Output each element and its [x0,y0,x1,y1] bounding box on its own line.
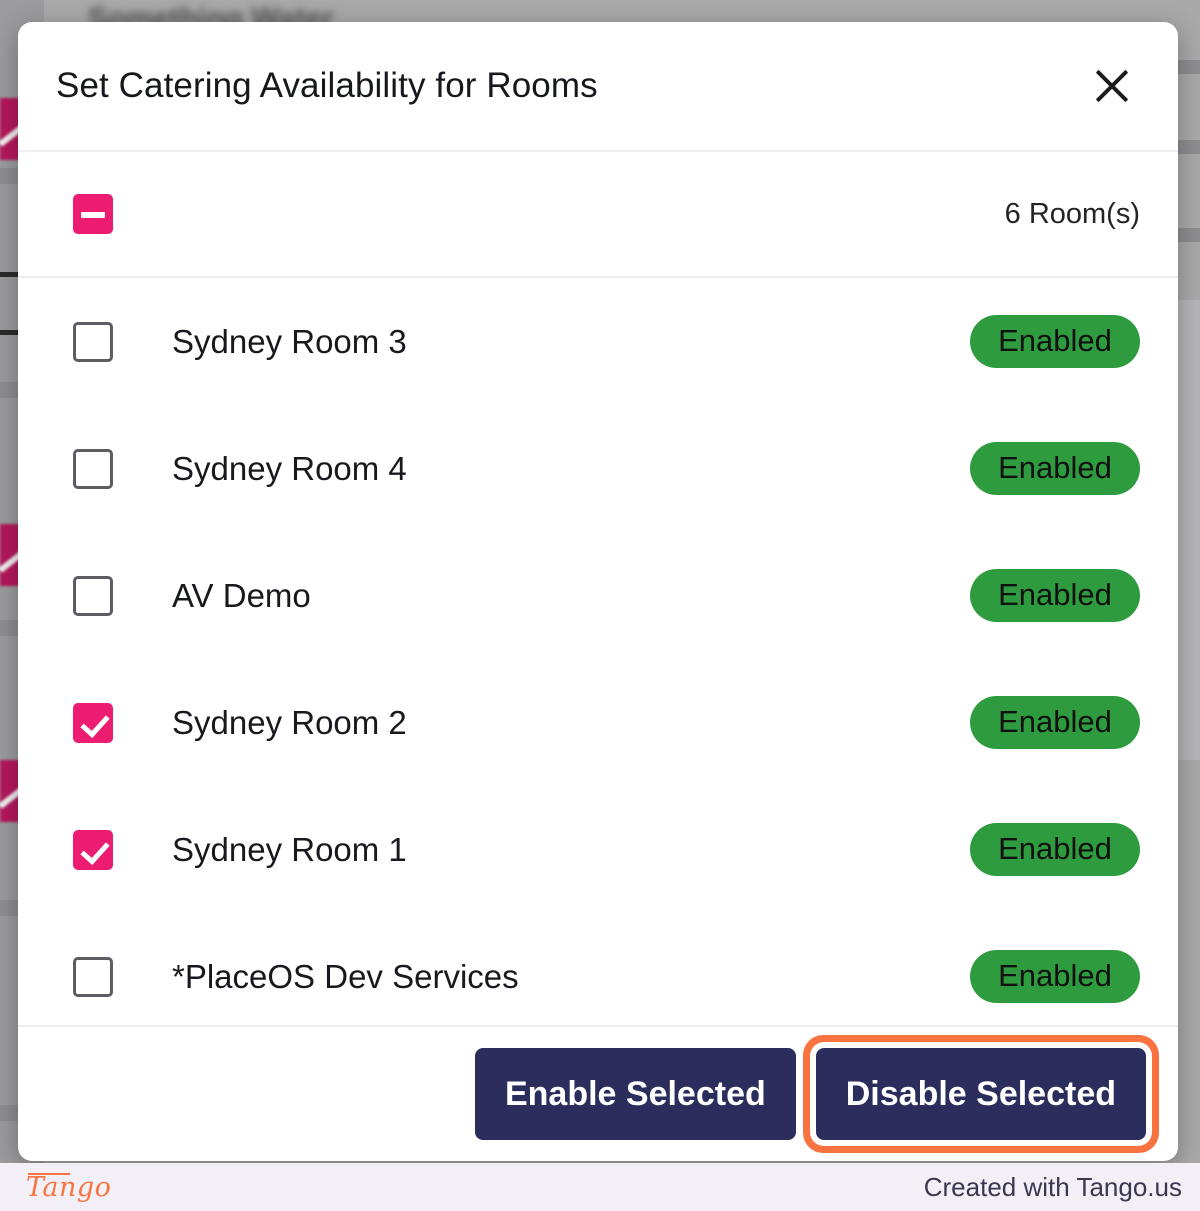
room-checkbox[interactable] [73,702,113,743]
room-checkbox[interactable] [73,448,113,489]
status-badge[interactable]: Enabled [970,442,1140,495]
room-row[interactable]: Sydney Room 4 Enabled [18,405,1178,532]
room-count-label: 6 Room(s) [1004,197,1140,230]
tango-credit-text: Created with Tango.us [923,1171,1182,1202]
room-checkbox[interactable] [73,829,113,870]
close-icon[interactable] [1084,58,1140,114]
disable-selected-button[interactable]: Disable Selected [815,1048,1146,1140]
select-all-checkbox[interactable] [73,194,113,234]
tango-footer-bar: Tango Created with Tango.us [0,1163,1200,1211]
select-all-row: 6 Room(s) [18,152,1178,278]
status-badge[interactable]: Enabled [970,696,1140,749]
room-row[interactable]: Sydney Room 2 Enabled [18,659,1178,786]
enable-selected-button[interactable]: Enable Selected [474,1048,796,1140]
room-row[interactable]: Sydney Room 3 Enabled [18,278,1178,405]
dialog-footer: Enable Selected Disable Selected [18,1027,1178,1161]
room-name: *PlaceOS Dev Services [172,957,519,995]
room-list: Sydney Room 3 Enabled Sydney Room 4 Enab… [18,278,1178,1027]
room-row[interactable]: AV Demo Enabled [18,532,1178,659]
room-name: AV Demo [172,576,311,614]
room-name: Sydney Room 1 [172,830,407,868]
room-name: Sydney Room 2 [172,703,407,741]
status-badge[interactable]: Enabled [970,569,1140,622]
dialog-title: Set Catering Availability for Rooms [56,66,598,105]
status-badge[interactable]: Enabled [970,950,1140,1003]
room-checkbox[interactable] [73,956,113,997]
room-row[interactable]: Sydney Room 1 Enabled [18,786,1178,913]
room-name: Sydney Room 4 [172,449,407,487]
set-catering-availability-dialog: Set Catering Availability for Rooms 6 Ro… [18,22,1178,1161]
room-name: Sydney Room 3 [172,322,407,360]
dialog-header: Set Catering Availability for Rooms [18,22,1178,152]
room-checkbox[interactable] [73,321,113,362]
tango-logo: Tango [26,1171,112,1203]
status-badge[interactable]: Enabled [970,315,1140,368]
room-checkbox[interactable] [73,575,113,616]
status-badge[interactable]: Enabled [970,823,1140,876]
room-row[interactable]: *PlaceOS Dev Services Enabled [18,913,1178,1025]
